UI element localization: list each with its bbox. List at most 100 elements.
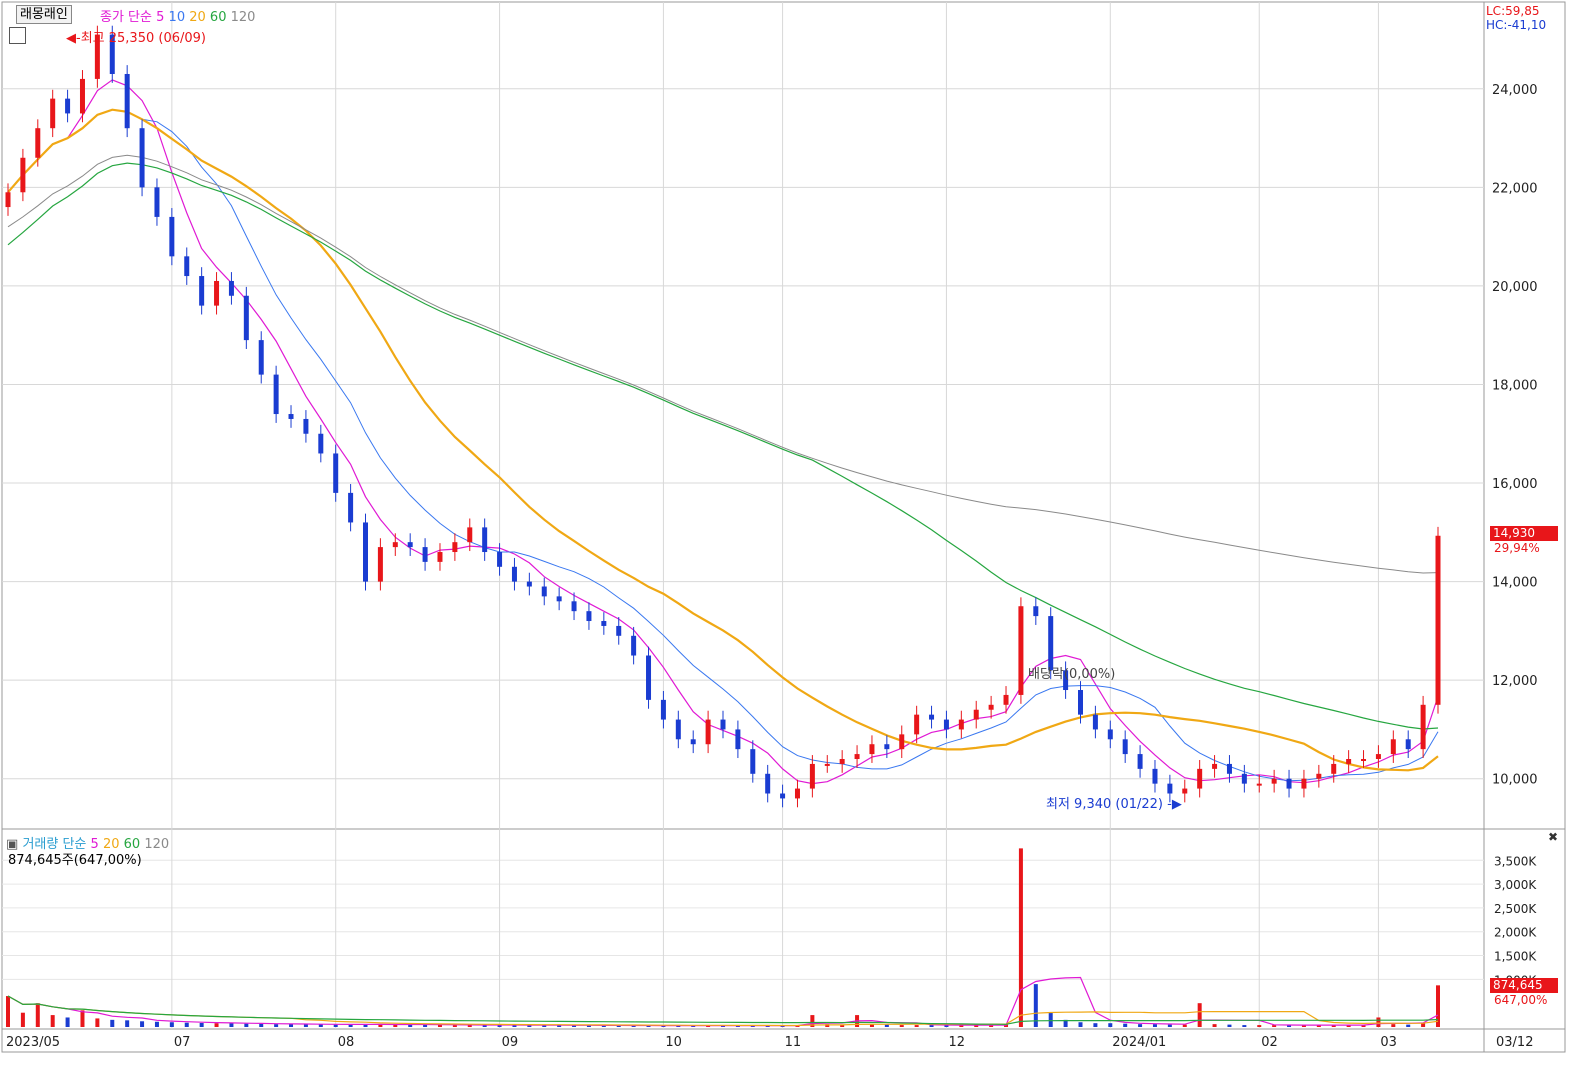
volume-bar: [1197, 1003, 1202, 1027]
volume-bar: [229, 1023, 234, 1027]
candle-down: [556, 596, 562, 602]
volume-bar: [1123, 1023, 1128, 1027]
x-tick-label: 2024/01: [1112, 1035, 1166, 1050]
lc-readout: LC:59,85: [1486, 4, 1540, 18]
candle-down: [943, 719, 949, 730]
candle-down: [154, 187, 160, 217]
candle-up: [392, 542, 398, 548]
current-volume-badge: 874,645: [1490, 978, 1558, 993]
candle-up: [988, 704, 994, 710]
candle-down: [422, 547, 428, 562]
candle-up: [854, 754, 860, 760]
volume-bar: [244, 1023, 249, 1027]
candle-down: [363, 522, 368, 582]
candle-down: [884, 744, 890, 750]
candle-down: [631, 635, 637, 656]
volume-y-tick: 2,000K: [1494, 926, 1537, 940]
candle-down: [407, 542, 413, 548]
x-tick-label: 08: [338, 1035, 355, 1050]
grid-table-icon[interactable]: [9, 27, 26, 44]
price-legend-ma20: 20: [189, 10, 206, 25]
volume-bar: [1436, 985, 1440, 1027]
candle-down: [690, 739, 696, 745]
close-icon[interactable]: ✖: [1548, 830, 1558, 844]
candle-up: [1212, 763, 1218, 769]
volume-bar: [1391, 1024, 1396, 1027]
candle-down: [65, 98, 71, 114]
candle-up: [5, 192, 11, 208]
candle-up: [1346, 759, 1352, 764]
candle-down: [586, 611, 592, 622]
candle-up: [1420, 704, 1426, 750]
volume-bar: [899, 1025, 904, 1027]
candle-down: [1241, 773, 1247, 784]
volume-bar: [20, 1012, 25, 1027]
candle-up: [1301, 778, 1307, 789]
volume-ma20-line: [7, 995, 1439, 1027]
volume-bar: [80, 1010, 85, 1027]
x-tick-label: 09: [502, 1035, 519, 1050]
x-tick-label: 03/12: [1496, 1035, 1533, 1050]
candle-down: [273, 374, 279, 415]
candle-up: [1197, 768, 1203, 789]
ma20-line: [7, 108, 1439, 772]
candle-up: [869, 744, 875, 755]
price-y-tick: 24,000: [1492, 83, 1538, 98]
price-legend-ma60: 60: [209, 10, 227, 25]
volume-bar: [303, 1024, 308, 1027]
x-tick-label: 2023/05: [6, 1035, 60, 1050]
candle-down: [526, 581, 532, 587]
candle-up: [377, 547, 383, 582]
candle-up: [467, 527, 473, 543]
volume-ma60-line: [7, 995, 1439, 1025]
volume-bar: [184, 1022, 189, 1027]
ma120-line: [7, 154, 1439, 574]
volume-bar: [1093, 1023, 1098, 1027]
candle-up: [50, 98, 56, 129]
chart-canvas[interactable]: 24,000 22,000 20,000 18,000 16,000 14,000 12,0…: [0, 0, 1581, 1066]
volume-bar: [1138, 1024, 1143, 1027]
x-tick-label: 10: [665, 1035, 682, 1050]
candle-down: [1122, 739, 1128, 755]
candle-down: [1226, 763, 1232, 774]
volume-bar: [110, 1019, 115, 1027]
volume-bar: [154, 1021, 159, 1027]
stock-name-button[interactable]: 래몽래인: [16, 5, 72, 24]
candle-down: [1078, 690, 1083, 715]
candle-down: [929, 714, 935, 720]
candle-down: [675, 719, 681, 740]
volume-y-tick: 3,500K: [1494, 854, 1537, 868]
candle-down: [1092, 714, 1098, 730]
candle-down: [139, 128, 145, 188]
candle-down: [333, 453, 339, 493]
price-legend-label: 종가 단순: [100, 10, 152, 25]
candle-down: [288, 414, 294, 419]
candle-down: [571, 601, 577, 612]
volume-bar: [214, 1023, 219, 1027]
volume-bar: [1152, 1024, 1157, 1027]
candle-down: [169, 216, 175, 257]
volume-bar: [35, 1003, 40, 1027]
ma5-line: [7, 79, 1439, 785]
right-arrow-icon: -▶: [1163, 797, 1182, 812]
price-y-tick: 12,000: [1492, 674, 1538, 689]
candle-up: [1361, 759, 1367, 762]
candle-up: [214, 280, 220, 306]
volume-bar: [50, 1015, 55, 1027]
volume-bar: [333, 1024, 338, 1027]
outer-frame: [1, 1, 1566, 1053]
price-y-tick: 16,000: [1492, 477, 1538, 492]
volume-bar: [884, 1024, 889, 1027]
left-arrow-icon: ◀-: [66, 31, 81, 46]
candle-down: [1033, 606, 1039, 617]
candle-down: [1405, 739, 1411, 750]
volume-bar: [1167, 1024, 1172, 1027]
candle-down: [511, 566, 517, 582]
ma60-line: [7, 162, 1439, 730]
candle-up: [1018, 606, 1024, 695]
candle-up: [899, 734, 905, 750]
candle-down: [541, 586, 547, 597]
candle-up: [437, 552, 443, 562]
candle-down: [601, 621, 607, 626]
volume-bar: [259, 1023, 264, 1027]
